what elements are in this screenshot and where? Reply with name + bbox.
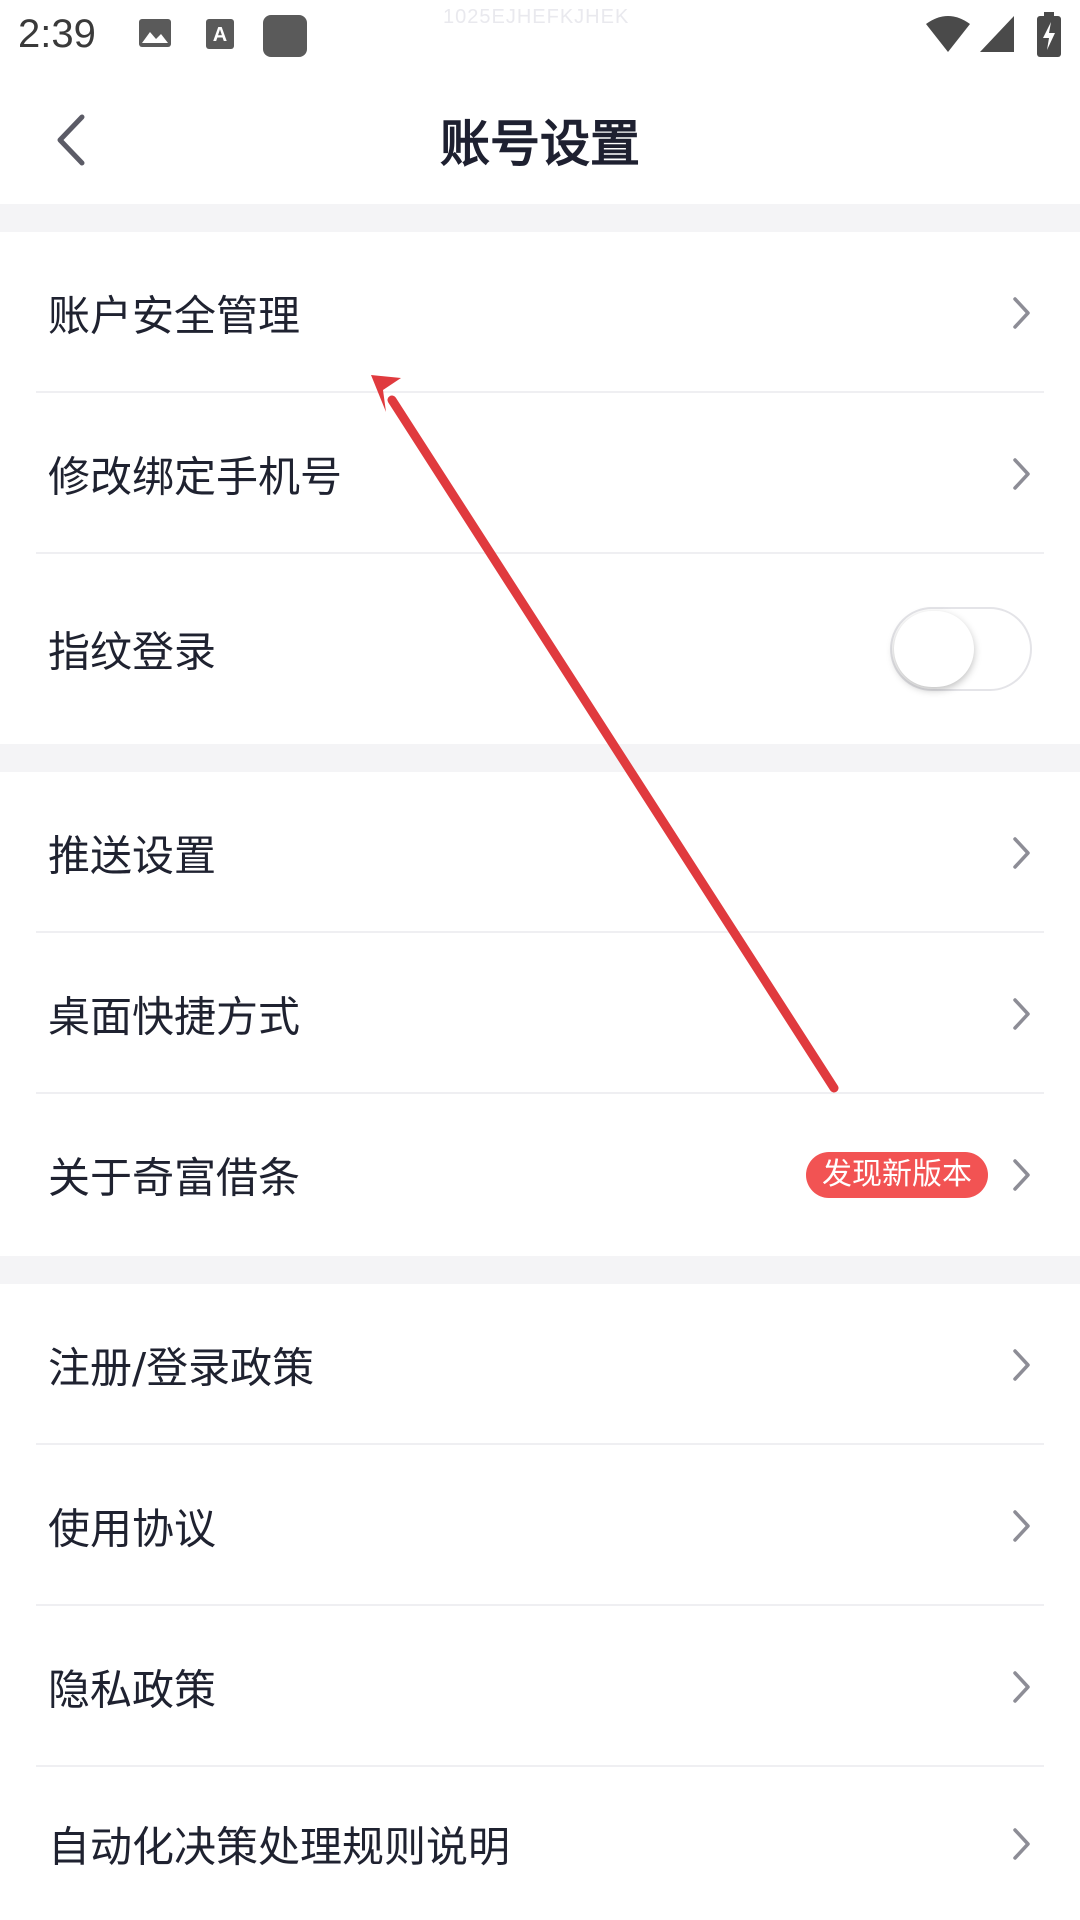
automated-decision-rules-label: 自动化决策处理规则说明: [48, 1822, 511, 1871]
status-watermark: 1025EJHEFKJHEK: [443, 6, 630, 28]
register-policy-row[interactable]: 注册/登录政策: [0, 1284, 1080, 1445]
fingerprint-login-row: 指纹登录: [0, 554, 1080, 744]
svg-text:A: A: [213, 24, 227, 46]
register-policy-label: 注册/登录政策: [48, 1343, 315, 1392]
fingerprint-login-toggle[interactable]: [890, 607, 1032, 691]
account-security-row[interactable]: 账户安全管理: [0, 232, 1080, 393]
status-time: 2:39: [18, 12, 96, 56]
user-agreement-row[interactable]: 使用协议: [0, 1445, 1080, 1606]
status-bar: 2:39 A 1025EJHEFKJHEK: [0, 0, 1080, 74]
desktop-shortcut-label: 桌面快捷方式: [48, 992, 301, 1041]
new-version-badge: 发现新版本: [806, 1152, 988, 1198]
chevron-right-icon: [1013, 1509, 1030, 1542]
privacy-policy-label: 隐私政策: [48, 1665, 217, 1714]
user-agreement-label: 使用协议: [48, 1504, 217, 1553]
chevron-right-icon: [1013, 296, 1030, 329]
section-gap: [0, 204, 1080, 232]
battery-charging-icon: [1037, 12, 1061, 57]
chevron-right-icon: [1013, 997, 1030, 1030]
chevron-right-icon: [1013, 1159, 1030, 1191]
chevron-right-icon: [1013, 1670, 1030, 1703]
navigation-bar: 账号设置: [0, 74, 1080, 204]
chevron-right-icon: [1013, 457, 1030, 490]
a-notification-icon: A: [206, 19, 234, 49]
desktop-shortcut-row[interactable]: 桌面快捷方式: [0, 933, 1080, 1094]
chevron-right-icon: [1013, 1348, 1030, 1381]
section-gap: [0, 744, 1080, 772]
app-square-icon: [263, 15, 307, 57]
change-phone-row[interactable]: 修改绑定手机号: [0, 393, 1080, 554]
privacy-policy-row[interactable]: 隐私政策: [0, 1606, 1080, 1767]
image-icon: [139, 19, 171, 47]
push-settings-label: 推送设置: [48, 831, 217, 880]
chevron-right-icon: [1013, 836, 1030, 869]
push-settings-row[interactable]: 推送设置: [0, 772, 1080, 933]
about-label: 关于奇富借条: [48, 1153, 301, 1203]
page-title: 账号设置: [440, 115, 640, 173]
about-row[interactable]: 关于奇富借条 发现新版本: [0, 1094, 1080, 1256]
account-security-label: 账户安全管理: [48, 291, 301, 340]
signal-icon: [980, 16, 1014, 52]
chevron-right-icon: [1013, 1827, 1030, 1860]
fingerprint-login-label: 指纹登录: [48, 627, 217, 677]
wifi-icon: [926, 16, 970, 52]
toggle-knob: [894, 611, 974, 687]
automated-decision-rules-row[interactable]: 自动化决策处理规则说明: [0, 1767, 1080, 1920]
change-phone-label: 修改绑定手机号: [48, 452, 343, 501]
section-gap: [0, 1256, 1080, 1284]
